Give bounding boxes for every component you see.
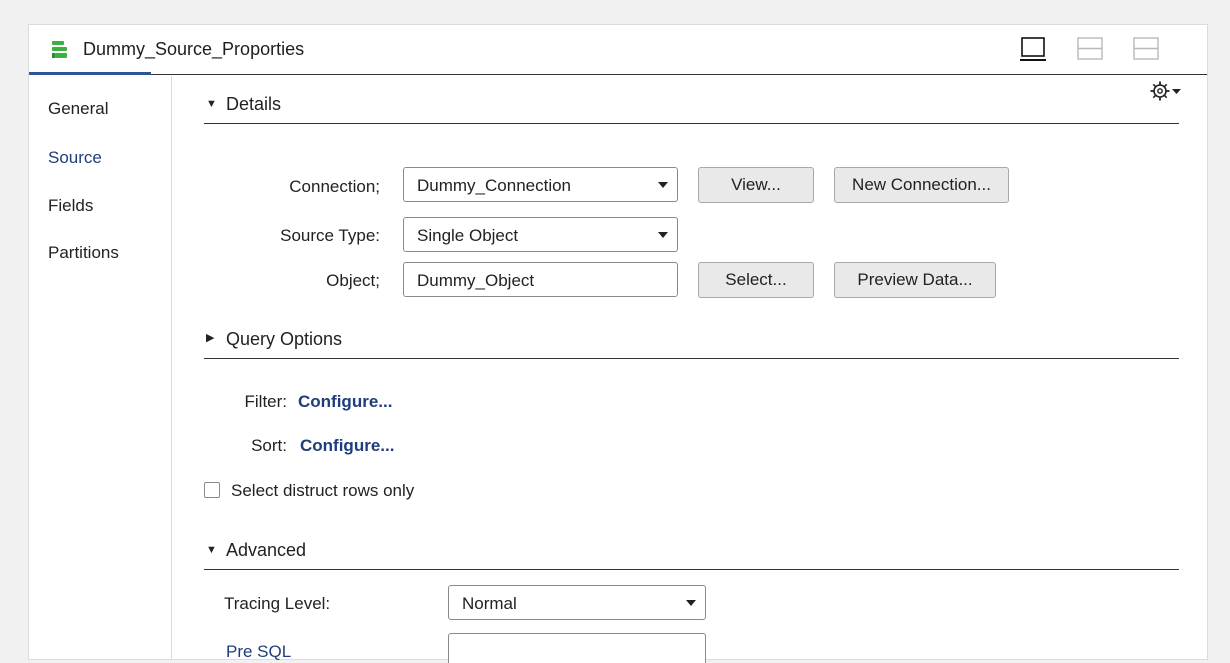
connection-value: Dummy_Connection <box>417 176 572 195</box>
sidebar-item-partitions[interactable]: Partitions <box>48 243 119 263</box>
object-value: Dummy_Object <box>417 271 535 290</box>
connection-select[interactable]: Dummy_Connection <box>403 167 678 202</box>
object-label: Object; <box>326 271 380 290</box>
sidebar-nav: General Source Fields Partitions <box>29 76 172 660</box>
source-type-value: Single Object <box>417 226 519 245</box>
tracing-level-value: Normal <box>462 594 517 613</box>
source-transform-icon <box>52 41 67 58</box>
expand-triangle-down-icon: ▼ <box>206 98 217 110</box>
distinct-rows-label: Select distruct rows only <box>231 481 415 500</box>
select-object-button[interactable]: Select... <box>698 262 814 298</box>
sidebar-item-general[interactable]: General <box>48 99 108 119</box>
dropdown-arrow-icon <box>658 182 668 188</box>
query-options-section-header[interactable]: ▶ Query Options <box>204 315 1179 359</box>
query-options-section-title: Query Options <box>226 329 343 349</box>
expand-triangle-down-icon: ▼ <box>206 544 217 556</box>
details-section-title: Details <box>226 94 282 114</box>
layout-split-vertical-icon[interactable] <box>1132 36 1160 62</box>
source-type-label: Source Type: <box>280 226 380 245</box>
sort-label: Sort: <box>251 436 287 455</box>
filter-label: Filter: <box>244 392 288 411</box>
connection-label: Connection; <box>289 177 380 196</box>
tracing-level-label: Tracing Level: <box>224 594 331 613</box>
dropdown-arrow-icon <box>658 232 668 238</box>
active-tab-indicator <box>29 72 151 75</box>
distinct-rows-checkbox[interactable] <box>204 482 220 498</box>
panel-title: Dummy_Source_Proporties <box>83 39 305 59</box>
source-type-select[interactable]: Single Object <box>403 217 678 252</box>
new-connection-button[interactable]: New Connection... <box>834 167 1009 203</box>
tracing-level-select[interactable]: Normal <box>448 585 706 620</box>
pre-sql-label: Pre SQL <box>226 642 292 661</box>
advanced-section-header[interactable]: ▼ Advanced <box>204 526 1179 570</box>
content-area: ▼ Details Connection; Dummy_Connection V… <box>172 76 1208 663</box>
sidebar-item-source[interactable]: Source <box>48 148 102 168</box>
sidebar-item-fields[interactable]: Fields <box>48 196 93 216</box>
sort-configure-link[interactable]: Configure... <box>300 436 394 456</box>
expand-triangle-right-icon: ▶ <box>206 332 215 344</box>
view-connection-button[interactable]: View... <box>698 167 814 203</box>
preview-data-button[interactable]: Preview Data... <box>834 262 996 298</box>
object-field[interactable]: Dummy_Object <box>403 262 678 297</box>
pre-sql-field[interactable] <box>448 633 706 663</box>
title-bar: Dummy_Source_Proporties <box>29 25 1207 75</box>
advanced-section-title: Advanced <box>226 540 307 560</box>
filter-configure-link[interactable]: Configure... <box>298 392 392 412</box>
dropdown-arrow-icon <box>686 600 696 606</box>
properties-panel: Dummy_Source_Proporties General Source F… <box>28 24 1208 663</box>
layout-single-icon[interactable] <box>1019 36 1047 62</box>
details-section-header[interactable]: ▼ Details <box>204 80 1179 124</box>
layout-split-horizontal-icon[interactable] <box>1076 36 1104 62</box>
